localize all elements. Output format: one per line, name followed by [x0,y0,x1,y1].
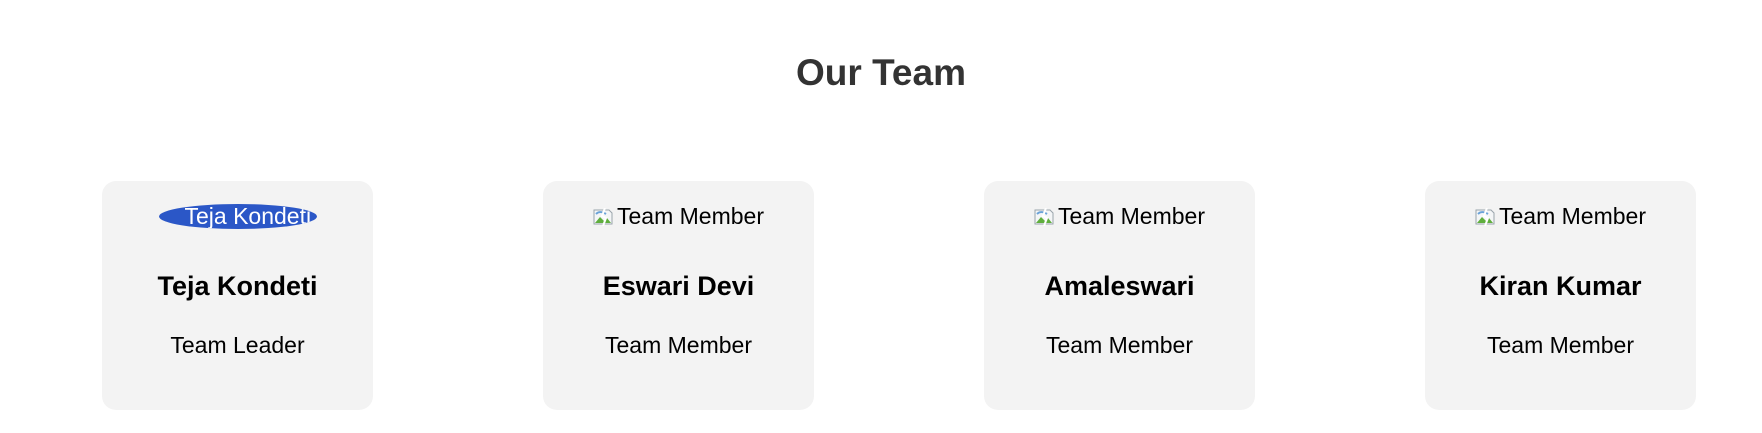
broken-image-icon [1034,207,1054,226]
member-photo: Team Member [592,204,766,229]
broken-image-icon [593,207,613,226]
member-name: Kiran Kumar [1479,271,1642,301]
section-title: Our Team [796,52,966,93]
photo-alt-text: Teja Kondeti [184,204,312,229]
member-name: Teja Kondeti [157,271,318,301]
member-role: Team Member [605,332,752,358]
member-role: Team Leader [170,332,305,358]
member-role: Team Member [1487,332,1634,358]
member-name: Amaleswari [1044,271,1195,301]
member-role: Team Member [1046,332,1193,358]
photo-alt-text: Team Member [617,204,764,229]
team-card-kiran-kumar: Team Member Kiran Kumar Team Member [1425,181,1696,410]
team-cards: Teja Kondeti Teja Kondeti Team Leader Te… [102,181,1696,410]
photo-alt-text: Team Member [1058,204,1205,229]
team-card-amaleswari: Team Member Amaleswari Team Member [984,181,1255,410]
member-photo: Team Member [1033,204,1207,229]
broken-image-icon [1475,207,1495,226]
member-photo: Team Member [1474,204,1648,229]
member-photo: Teja Kondeti [158,204,317,229]
team-section: Our Team Teja Kondeti Teja Kondeti Team … [0,0,1762,433]
member-name: Eswari Devi [602,271,755,301]
team-card-teja-kondeti: Teja Kondeti Teja Kondeti Team Leader [102,181,373,410]
team-card-eswari-devi: Team Member Eswari Devi Team Member [543,181,814,410]
photo-alt-text: Team Member [1499,204,1646,229]
